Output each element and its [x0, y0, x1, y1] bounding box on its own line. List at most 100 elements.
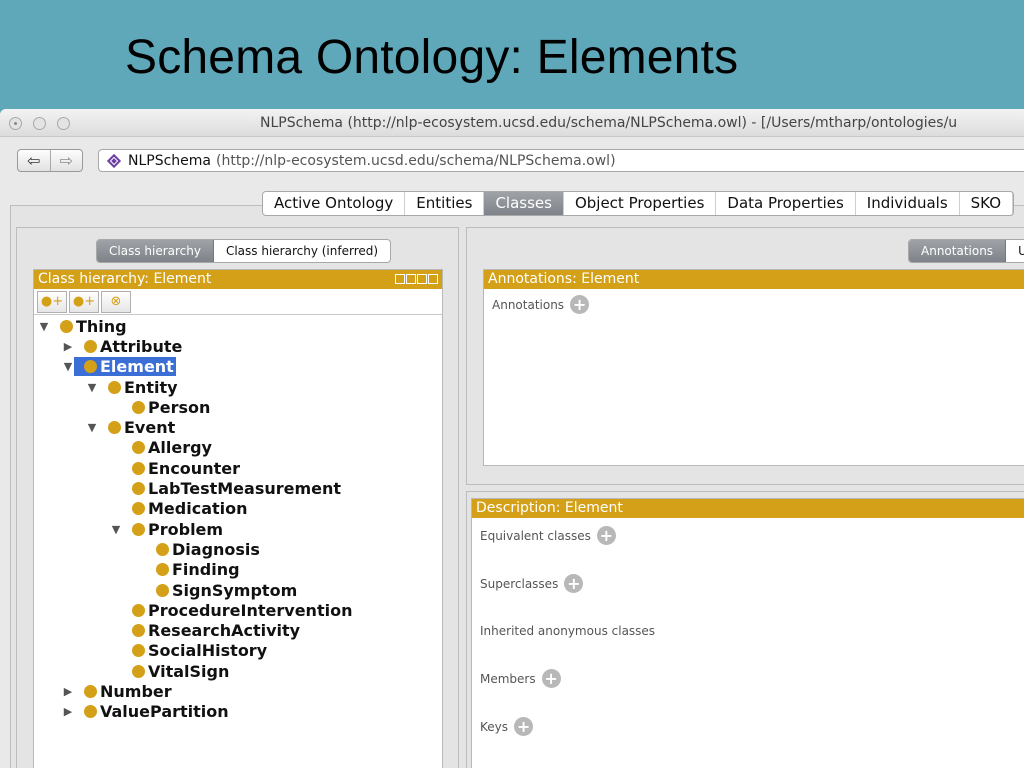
tree-node[interactable]: LabTestMeasurement: [34, 478, 442, 498]
description-view: Description: Element Equivalent classes …: [471, 498, 1024, 768]
view-float-icon[interactable]: [417, 274, 427, 284]
annotations-label: Annotations: [492, 297, 565, 312]
collapsed-triangle-icon[interactable]: ▶: [62, 685, 74, 698]
expanded-triangle-icon[interactable]: ▼: [62, 360, 74, 373]
tree-node[interactable]: Medication: [34, 499, 442, 519]
class-icon: [60, 319, 73, 333]
ontology-name: NLPSchema: [128, 152, 212, 169]
title-bar: NLPSchema (http://nlp-ecosystem.ucsd.edu…: [0, 109, 1024, 137]
subtab-annotations[interactable]: Annotations: [909, 240, 1007, 262]
tree-node[interactable]: ▼ Event: [34, 417, 442, 437]
view-controls: [395, 274, 438, 284]
add-superclass-icon[interactable]: +: [564, 574, 584, 593]
tree-node-label: VitalSign: [148, 661, 230, 681]
subtab-class-hierarchy[interactable]: Class hierarchy: [97, 240, 214, 262]
navigation-toolbar: ⇦ ⇨ NLPSchema (http://nlp-ecosystem.ucsd…: [0, 147, 1024, 177]
class-icon: [156, 563, 169, 577]
tree-node[interactable]: Encounter: [34, 458, 442, 478]
tree-node[interactable]: ▼ Problem: [34, 519, 442, 539]
tree-node-label: Problem: [148, 519, 224, 539]
class-icon: [84, 684, 97, 698]
forward-arrow-icon[interactable]: ⇨: [49, 150, 83, 171]
collapsed-triangle-icon[interactable]: ▶: [62, 705, 74, 718]
add-member-icon[interactable]: +: [541, 669, 561, 688]
tree-node[interactable]: Allergy: [34, 438, 442, 458]
hierarchy-subtabs: Class hierarchy Class hierarchy (inferre…: [96, 239, 392, 263]
subtab-usage[interactable]: U: [1006, 240, 1024, 262]
tree-node-label: Finding: [172, 560, 240, 580]
tree-node[interactable]: Diagnosis: [34, 539, 442, 559]
tab-entities[interactable]: Entities: [405, 192, 485, 215]
tree-node[interactable]: Finding: [34, 560, 442, 580]
add-sibling-icon[interactable]: ●+: [69, 290, 99, 313]
tab-object-properties[interactable]: Object Properties: [564, 192, 717, 215]
collapsed-triangle-icon[interactable]: ▶: [62, 340, 74, 353]
superclasses-row: Superclasses +: [480, 574, 584, 593]
tab-data-properties[interactable]: Data Properties: [716, 192, 856, 215]
tree-node[interactable]: ▶ Attribute: [34, 336, 442, 356]
class-icon: [132, 482, 145, 496]
keys-row: Keys +: [480, 717, 534, 736]
tree-node[interactable]: ▼ Element: [34, 357, 442, 377]
tab-sko[interactable]: SKO: [960, 192, 1014, 215]
view-pin-icon[interactable]: [395, 274, 405, 284]
view-split-icon[interactable]: [406, 274, 416, 284]
members-row: Members +: [480, 669, 561, 688]
annotations-row: Annotations +: [484, 289, 1024, 314]
description-title: Description: Element: [476, 500, 623, 516]
add-annotation-icon[interactable]: +: [570, 295, 590, 314]
class-icon: [132, 624, 145, 638]
zoom-window-icon[interactable]: [57, 117, 70, 130]
protege-window: NLPSchema (http://nlp-ecosystem.ucsd.edu…: [0, 109, 1024, 768]
expanded-triangle-icon[interactable]: ▼: [110, 523, 122, 536]
tree-node-label: Encounter: [148, 458, 240, 478]
ontology-selector[interactable]: NLPSchema (http://nlp-ecosystem.ucsd.edu…: [98, 149, 1024, 172]
ontology-diamond-icon: [106, 153, 122, 168]
class-icon: [84, 360, 97, 374]
class-icon: [132, 644, 145, 658]
tree-node[interactable]: SocialHistory: [34, 641, 442, 661]
expanded-triangle-icon[interactable]: ▼: [38, 320, 50, 333]
add-equivalent-class-icon[interactable]: +: [596, 526, 616, 545]
description-header: Description: Element: [472, 499, 1024, 518]
delete-class-icon[interactable]: ⊗: [101, 290, 131, 313]
tree-node-label: Entity: [124, 377, 178, 397]
tree-node[interactable]: ProcedureIntervention: [34, 600, 442, 620]
class-icon: [156, 542, 169, 556]
class-hierarchy-view: Class hierarchy: Element ●+ ●+ ⊗ ▼ Thing ▶…: [33, 269, 443, 768]
add-subclass-icon[interactable]: ●+: [37, 290, 67, 313]
class-icon: [132, 603, 145, 617]
tab-active-ontology[interactable]: Active Ontology: [263, 192, 406, 215]
tree-node[interactable]: ▶ Number: [34, 681, 442, 701]
tree-node[interactable]: ▼ Entity: [34, 377, 442, 397]
tree-node[interactable]: Person: [34, 397, 442, 417]
tree-node[interactable]: ResearchActivity: [34, 620, 442, 640]
ontology-iri: (http://nlp-ecosystem.ucsd.edu/schema/NL…: [216, 152, 616, 169]
tab-individuals[interactable]: Individuals: [856, 192, 960, 215]
tree-node[interactable]: VitalSign: [34, 661, 442, 681]
tree-node-label: Medication: [148, 499, 248, 519]
tree-node[interactable]: ▼ Thing: [34, 316, 442, 336]
class-tree: ▼ Thing ▶ Attribute ▼ Element ▼ Entity Person ▼ Ev…: [34, 315, 442, 722]
minimize-window-icon[interactable]: [33, 117, 46, 130]
back-arrow-icon[interactable]: ⇦: [18, 150, 50, 171]
annotations-view: Annotations: Element Annotations +: [483, 269, 1024, 466]
tree-node[interactable]: SignSymptom: [34, 580, 442, 600]
expanded-triangle-icon[interactable]: ▼: [86, 421, 98, 434]
tab-classes[interactable]: Classes: [484, 192, 564, 215]
tree-node[interactable]: ▶ ValuePartition: [34, 702, 442, 722]
class-icon: [132, 502, 145, 516]
class-icon: [132, 461, 145, 475]
view-close-icon[interactable]: [428, 274, 438, 284]
equivalent-classes-row: Equivalent classes +: [480, 526, 616, 545]
tree-node-label: ResearchActivity: [148, 621, 301, 641]
subtab-class-hierarchy-inferred[interactable]: Class hierarchy (inferred): [214, 240, 390, 262]
tree-node-label: Person: [148, 397, 211, 417]
expanded-triangle-icon[interactable]: ▼: [86, 381, 98, 394]
tree-node-label: ProcedureIntervention: [148, 600, 353, 620]
tree-node-label: ValuePartition: [100, 702, 229, 722]
members-label: Members: [480, 671, 536, 686]
class-icon: [132, 664, 145, 678]
close-window-icon[interactable]: [9, 117, 22, 130]
add-key-icon[interactable]: +: [514, 717, 534, 736]
